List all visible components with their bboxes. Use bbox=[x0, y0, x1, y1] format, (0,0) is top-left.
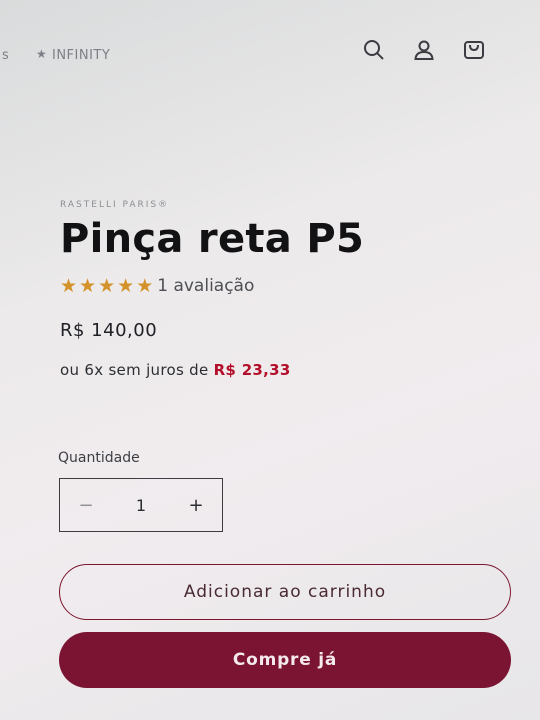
quantity-decrease-button[interactable]: − bbox=[60, 495, 112, 516]
product-vendor: RASTELLI PARIS® bbox=[60, 200, 170, 210]
header-icons bbox=[360, 36, 488, 64]
quantity-label: Quantidade bbox=[58, 450, 140, 466]
buy-now-button[interactable]: Compre já bbox=[59, 632, 511, 688]
search-icon[interactable] bbox=[360, 36, 388, 64]
product-info: RASTELLI PARIS® Pinça reta P5 ★ ★ ★ ★ ★ … bbox=[60, 200, 520, 379]
add-to-cart-button[interactable]: Adicionar ao carrinho bbox=[59, 564, 511, 620]
marquee-text: INFINITY bbox=[52, 48, 111, 63]
quantity-input[interactable]: 1 bbox=[112, 496, 170, 515]
installments-prefix: ou 6x sem juros de bbox=[60, 361, 209, 379]
cart-icon[interactable] bbox=[460, 36, 488, 64]
rating-stars: ★ ★ ★ ★ ★ bbox=[60, 274, 154, 297]
installments-amount: R$ 23,33 bbox=[213, 361, 291, 379]
header-bar: s ★ INFINITY bbox=[0, 0, 540, 100]
installments-info: ou 6x sem juros de R$ 23,33 bbox=[60, 361, 520, 379]
review-count[interactable]: 1 avaliação bbox=[157, 276, 254, 296]
star-icon: ★ bbox=[79, 274, 97, 297]
quantity-stepper: − 1 + bbox=[59, 478, 223, 532]
product-rating[interactable]: ★ ★ ★ ★ ★ 1 avaliação bbox=[60, 276, 520, 296]
product-title: Pinça reta P5 bbox=[60, 216, 365, 262]
star-icon: ★ bbox=[117, 274, 135, 297]
marquee-star-icon: ★ bbox=[36, 47, 48, 61]
marquee-fragment: s bbox=[2, 48, 10, 63]
quantity-increase-button[interactable]: + bbox=[170, 495, 222, 516]
star-icon: ★ bbox=[136, 274, 154, 297]
user-icon[interactable] bbox=[410, 36, 438, 64]
star-icon: ★ bbox=[98, 274, 116, 297]
star-icon: ★ bbox=[60, 274, 78, 297]
product-price: R$ 140,00 bbox=[60, 320, 158, 341]
